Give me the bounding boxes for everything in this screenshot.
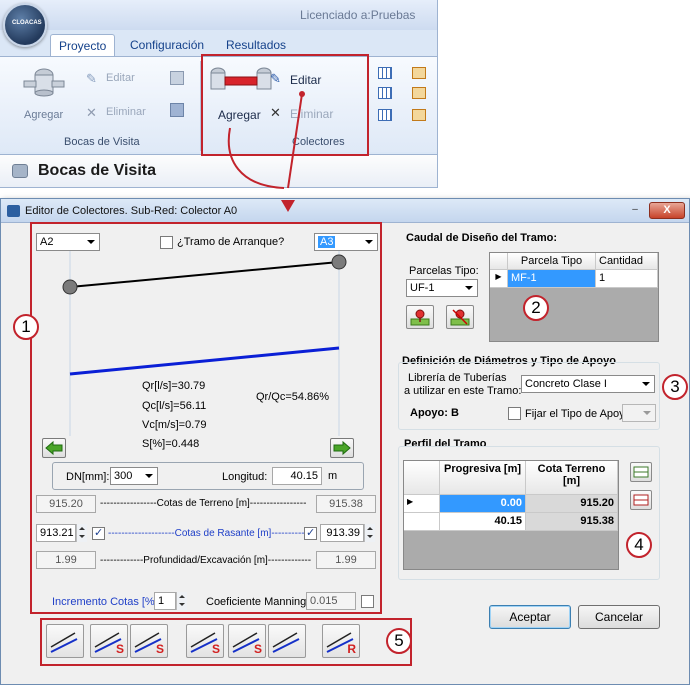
annotation-arrows — [227, 91, 305, 212]
annotation-arrow — [227, 127, 285, 189]
callout-2: 2 — [523, 295, 549, 321]
callout-4: 4 — [626, 532, 652, 558]
annotation-arrow — [287, 93, 303, 189]
annotation-dot — [299, 91, 305, 97]
callout-3: 3 — [662, 374, 688, 400]
callout-1: 1 — [13, 314, 39, 340]
callout-5: 5 — [386, 628, 412, 654]
annotation-arrowhead — [281, 200, 295, 212]
